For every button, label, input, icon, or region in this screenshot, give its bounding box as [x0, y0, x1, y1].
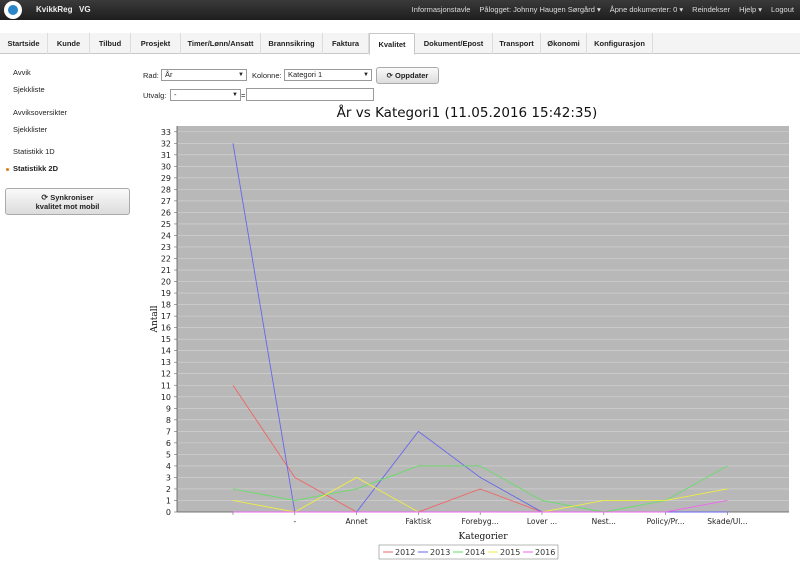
y-tick-label: 12	[161, 370, 171, 379]
y-tick-label: 26	[161, 208, 171, 217]
x-tick-label: Faktisk	[405, 517, 431, 526]
y-tick-label: 10	[161, 393, 171, 402]
y-tick-label: 22	[161, 255, 171, 264]
y-tick-label: 32	[161, 139, 171, 148]
y-axis-label: Antall	[150, 305, 160, 333]
y-tick-label: 4	[166, 462, 171, 471]
y-tick-label: 25	[161, 220, 171, 229]
y-tick-label: 5	[166, 450, 171, 459]
x-tick-label: -	[293, 517, 296, 526]
x-tick-label: Policy/Pr...	[647, 517, 685, 526]
y-tick-label: 0	[166, 508, 171, 517]
y-tick-label: 28	[161, 185, 171, 194]
y-tick-label: 3	[166, 473, 171, 482]
legend-label: 2012	[395, 548, 415, 557]
x-tick-label: Lover ...	[527, 517, 557, 526]
y-tick-label: 8	[166, 416, 171, 425]
y-tick-label: 27	[161, 197, 171, 206]
y-tick-label: 16	[161, 324, 171, 333]
legend-label: 2013	[430, 548, 450, 557]
y-tick-label: 24	[161, 231, 171, 240]
y-tick-label: 6	[166, 439, 171, 448]
legend-label: 2015	[500, 548, 520, 557]
y-tick-label: 21	[161, 266, 171, 275]
y-tick-label: 29	[161, 174, 171, 183]
x-tick-label: Forebyg...	[462, 517, 499, 526]
y-tick-label: 15	[161, 335, 171, 344]
y-tick-label: 1	[166, 496, 171, 505]
y-tick-label: 9	[166, 404, 171, 413]
legend-label: 2014	[465, 548, 485, 557]
y-tick-label: 14	[161, 347, 171, 356]
x-tick-label: Annet	[345, 517, 367, 526]
x-axis-label: Kategorier	[458, 532, 508, 542]
y-tick-label: 11	[161, 381, 171, 390]
legend-label: 2016	[535, 548, 555, 557]
y-tick-label: 2	[166, 485, 171, 494]
y-tick-label: 23	[161, 243, 171, 252]
x-tick-label: Nest...	[592, 517, 616, 526]
y-tick-label: 30	[161, 162, 171, 171]
y-tick-label: 20	[161, 278, 171, 287]
y-tick-label: 7	[166, 427, 171, 436]
y-tick-label: 17	[161, 312, 171, 321]
y-tick-label: 13	[161, 358, 171, 367]
chart: 0123456789101112131415161718192021222324…	[150, 126, 789, 560]
x-tick-label: Skade/Ul...	[707, 517, 747, 526]
y-tick-label: 31	[161, 151, 171, 160]
y-tick-label: 33	[161, 128, 171, 137]
y-tick-label: 18	[161, 301, 171, 310]
y-tick-label: 19	[161, 289, 171, 298]
